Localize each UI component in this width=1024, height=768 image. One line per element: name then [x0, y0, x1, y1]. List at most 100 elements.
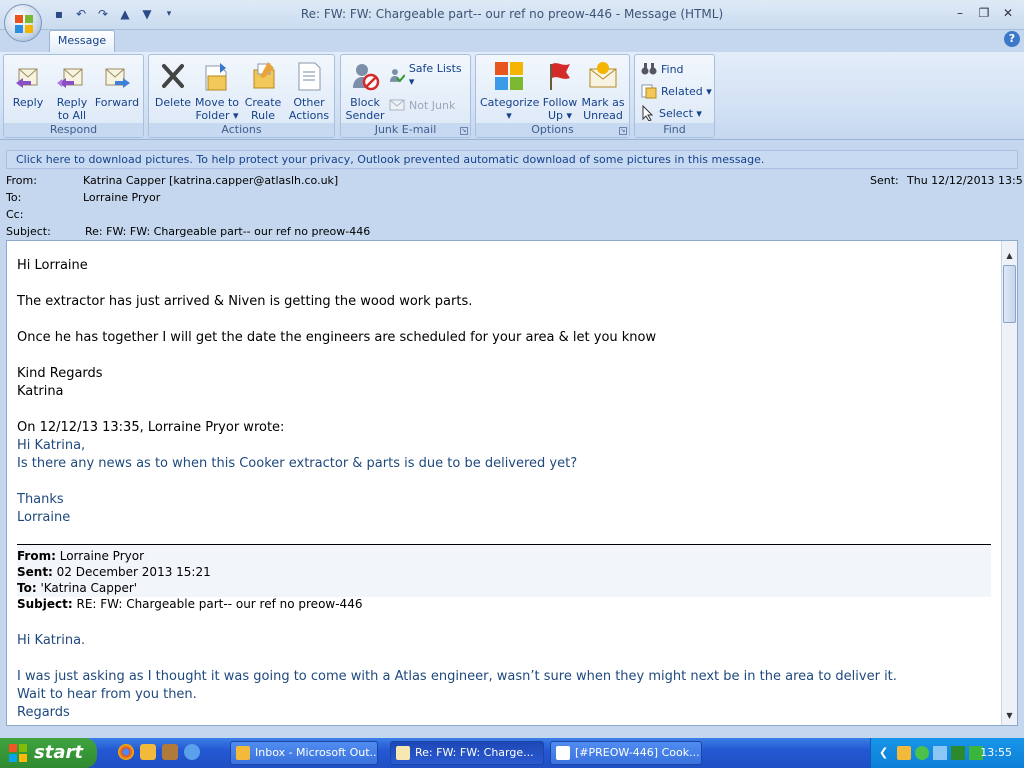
related-icon	[641, 84, 657, 99]
group-label-actions: Actions	[149, 123, 334, 137]
scroll-up-arrow-icon[interactable]: ▲	[1002, 249, 1017, 263]
mail-icon	[396, 746, 410, 760]
select-button[interactable]: Select ▾	[641, 103, 702, 123]
scroll-down-arrow-icon[interactable]: ▼	[1002, 709, 1017, 723]
taskbar: start Inbox - Microsoft Out... Re: FW: F…	[0, 738, 1024, 768]
create-rule-button[interactable]: Create Rule	[241, 59, 285, 122]
subject-row: Subject: Re: FW: FW: Chargeable part-- o…	[6, 225, 1018, 239]
ribbon-tab-row: Message ?	[0, 30, 1024, 52]
reply-all-button[interactable]: Reply to All	[52, 59, 92, 122]
quoted2-line-1: I was just asking as I thought it was go…	[17, 669, 897, 684]
group-find: Find Related ▾ Select ▾ Find	[634, 54, 715, 138]
create-rule-icon	[253, 62, 275, 89]
options-dialog-launcher[interactable]: ↘	[619, 127, 627, 135]
quoted-from-row: From: Lorraine Pryor	[17, 549, 145, 563]
body-line-2: Once he has together I will get the date…	[17, 330, 657, 345]
windows-logo-icon	[9, 744, 27, 762]
to-row: To: Lorraine Pryor	[6, 191, 1018, 205]
binoculars-icon	[641, 63, 657, 75]
system-tray: ❮ 13:55	[870, 738, 1024, 768]
quoted-header-block: From: Lorraine Pryor Sent: 02 December 2…	[17, 545, 991, 611]
group-label-find: Find	[635, 123, 714, 137]
reply-all-icon	[57, 68, 83, 88]
vertical-scrollbar[interactable]: ▲ ▼	[1001, 241, 1017, 725]
not-junk-icon	[389, 99, 405, 111]
office-button[interactable]	[4, 4, 42, 42]
forward-icon	[105, 68, 130, 88]
start-button[interactable]: start	[0, 738, 97, 768]
outlook-icon[interactable]	[140, 744, 156, 760]
to-value[interactable]: Lorraine Pryor	[83, 191, 160, 204]
tray-security-icon[interactable]	[951, 746, 965, 760]
not-junk-button[interactable]: Not Junk	[389, 95, 455, 115]
quoted-sent-row: Sent: 02 December 2013 15:21	[17, 565, 211, 579]
office-logo-icon	[15, 15, 33, 33]
quoted2-greeting: Hi Katrina.	[17, 633, 86, 648]
kind-regards: Kind Regards	[17, 366, 103, 381]
subject-label: Subject:	[6, 225, 51, 238]
follow-up-button[interactable]: Follow Up ▾	[540, 59, 580, 122]
ribbon: Reply Reply to All Forward Respond Delete…	[0, 52, 1024, 140]
download-pictures-infobar[interactable]: Click here to download pictures. To help…	[6, 150, 1018, 169]
group-label-options: Options	[476, 123, 629, 137]
scrollbar-thumb[interactable]	[1003, 265, 1016, 323]
group-respond: Reply Reply to All Forward Respond	[3, 54, 144, 138]
wrote-line: On 12/12/13 13:35, Lorraine Pryor wrote:	[17, 420, 285, 435]
taskbar-item-inbox[interactable]: Inbox - Microsoft Out...	[230, 741, 378, 765]
junk-email-dialog-launcher[interactable]: ↘	[460, 127, 468, 135]
signoff: Katrina	[17, 384, 64, 399]
move-to-folder-button[interactable]: Move to Folder ▾	[193, 59, 241, 122]
quoted-subject-row: Subject: RE: FW: Chargeable part-- our r…	[17, 597, 363, 611]
related-button[interactable]: Related ▾	[641, 81, 712, 101]
group-actions: Delete Move to Folder ▾ Create Rule Other A…	[148, 54, 335, 138]
group-options: Categorize ▾ Follow Up ▾ Mark as Unread Opt…	[475, 54, 630, 138]
find-button[interactable]: Find	[641, 59, 684, 79]
taskbar-item-preow[interactable]: [#PREOW-446] Cook...	[550, 741, 702, 765]
message-body[interactable]: Hi Lorraine The extractor has just arriv…	[6, 240, 1018, 726]
body-line-1: The extractor has just arrived & Niven i…	[17, 294, 473, 309]
delete-button[interactable]: Delete	[153, 59, 193, 109]
cc-label: Cc:	[6, 208, 24, 221]
block-sender-button[interactable]: Block Sender	[343, 59, 387, 122]
quoted-name: Lorraine	[17, 510, 71, 525]
greeting: Hi Lorraine	[17, 258, 88, 273]
cc-row: Cc:	[6, 208, 1018, 222]
reply-button[interactable]: Reply	[8, 59, 48, 109]
group-label-junk-email: Junk E-mail	[341, 123, 470, 137]
mark-as-unread-button[interactable]: Mark as Unread	[580, 59, 626, 122]
title-bar: ▪ ↶ ↷ ▲ ▼ ▾ Re: FW: FW: Chargeable part-…	[0, 0, 1024, 30]
from-label: From:	[6, 174, 37, 187]
quoted2-line-2: Wait to hear from you then.	[17, 687, 197, 702]
safe-lists-button[interactable]: Safe Lists ▾	[389, 62, 470, 88]
chrome-icon[interactable]	[118, 744, 134, 760]
quoted-thanks: Thanks	[17, 492, 64, 507]
folder-icon	[205, 63, 227, 91]
tray-expand-icon[interactable]: ❮	[879, 746, 888, 759]
maximize-button[interactable]: ❐	[974, 4, 994, 22]
forward-button[interactable]: Forward	[94, 59, 140, 109]
sent-label: Sent:	[870, 174, 899, 187]
taskbar-item-message[interactable]: Re: FW: FW: Charge...	[390, 741, 544, 765]
categorize-icon	[495, 62, 523, 90]
app-icon[interactable]	[162, 744, 178, 760]
group-label-respond: Respond	[4, 123, 143, 137]
jira-icon	[556, 746, 570, 760]
tray-status-icon[interactable]	[915, 746, 929, 760]
tab-message[interactable]: Message	[49, 30, 115, 52]
ie-icon[interactable]	[184, 744, 200, 760]
delete-icon	[162, 64, 184, 88]
tray-network-icon[interactable]	[933, 746, 947, 760]
block-sender-icon	[353, 64, 380, 91]
tray-outlook-icon[interactable]	[897, 746, 911, 760]
quoted-to-row: To: 'Katrina Capper'	[17, 581, 138, 595]
to-label: To:	[6, 191, 22, 204]
close-button[interactable]: ✕	[998, 4, 1018, 22]
minimize-button[interactable]: –	[950, 4, 970, 22]
categorize-button[interactable]: Categorize ▾	[480, 59, 539, 122]
sent-value: Thu 12/12/2013 13:51	[907, 174, 1024, 187]
quick-launch	[118, 744, 200, 760]
from-row: From: Katrina Capper [katrina.capper@atl…	[6, 174, 1024, 188]
other-actions-icon	[298, 62, 321, 91]
from-value[interactable]: Katrina Capper [katrina.capper@atlaslh.c…	[83, 174, 338, 187]
help-icon[interactable]: ?	[1004, 31, 1020, 47]
